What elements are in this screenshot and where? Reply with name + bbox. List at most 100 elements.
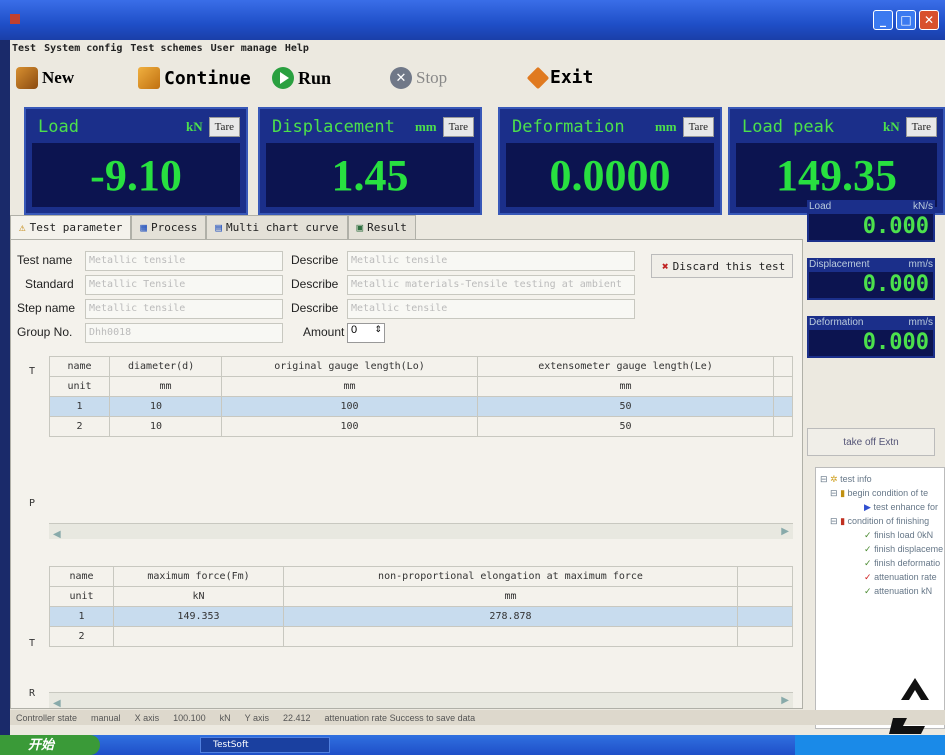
- step-name-field[interactable]: Metallic tensile: [85, 299, 283, 319]
- stop-icon: ✕: [390, 67, 412, 89]
- table-row[interactable]: 2 10 100 50: [49, 416, 793, 437]
- describe-field-2[interactable]: Metallic materials-Tensile testing at am…: [347, 275, 635, 295]
- standard-field[interactable]: Metallic Tensile: [85, 275, 283, 295]
- run-button[interactable]: Run: [272, 67, 331, 89]
- scroll-right-icon[interactable]: ▶: [777, 524, 793, 540]
- tree-enhance[interactable]: ▶ test enhance for: [864, 502, 938, 513]
- status-text: 22.412: [282, 712, 311, 723]
- taskbar-item[interactable]: TestSoft: [200, 737, 330, 753]
- cell: mm: [283, 586, 738, 607]
- menu-bar: Test System config Test schemes User man…: [10, 40, 945, 56]
- app-icon: [10, 14, 20, 24]
- tree-item[interactable]: ✓ finish deformatio: [864, 558, 940, 569]
- table2-scrollbar[interactable]: ◀ ▶: [49, 692, 793, 709]
- scroll-left-icon[interactable]: ◀: [49, 529, 65, 540]
- displacement-tare-button[interactable]: Tare: [442, 117, 474, 137]
- tree-finish[interactable]: ⊟ ▮ condition of finishing: [830, 516, 929, 527]
- spin-icon[interactable]: ⇕: [374, 324, 382, 335]
- tab-process[interactable]: ▦ Process: [131, 215, 207, 239]
- tab-result[interactable]: ▣ Result: [347, 215, 416, 239]
- tree-item[interactable]: ✓ attenuation kN: [864, 586, 932, 597]
- collapse-icon[interactable]: ⊟: [820, 474, 828, 484]
- deformation-rate-unit: mm/s: [908, 317, 933, 328]
- discard-test-button[interactable]: ✖ Discard this test: [651, 254, 793, 278]
- describe-label: Describe: [291, 277, 339, 291]
- table-row[interactable]: 1 10 100 50: [49, 396, 793, 417]
- start-button[interactable]: 开始: [0, 735, 100, 755]
- load-peak-value: 149.35: [736, 143, 937, 207]
- displacement-display: Displacement mm Tare 1.45: [258, 107, 482, 215]
- table1-scrollbar[interactable]: ◀ ▶: [49, 523, 793, 540]
- close-icon[interactable]: ✕: [919, 10, 939, 30]
- cell[interactable]: 100: [221, 396, 478, 417]
- menu-help[interactable]: Help: [285, 43, 309, 54]
- describe-field-1[interactable]: Metallic tensile: [347, 251, 635, 271]
- table-row[interactable]: 1 149.353 278.878: [49, 606, 793, 627]
- run-icon: [272, 67, 294, 89]
- displacement-rate-value: 0.000: [809, 272, 933, 298]
- load-display: Load kN Tare -9.10: [24, 107, 248, 215]
- tree-root[interactable]: ⊟ ✲ test info: [820, 474, 872, 485]
- stop-button[interactable]: ✕ Stop: [390, 67, 447, 89]
- amount-label: Amount: [303, 325, 345, 339]
- amount-stepper[interactable]: 0 ⇕: [347, 323, 385, 343]
- deformation-tare-button[interactable]: Tare: [682, 117, 714, 137]
- menu-user-manage[interactable]: User manage: [211, 43, 277, 54]
- collapse-icon[interactable]: ⊟: [830, 516, 838, 526]
- test-name-label: Test name: [17, 253, 73, 267]
- cell: mm: [221, 376, 478, 397]
- tree-item[interactable]: ✓ attenuation rate: [864, 572, 937, 583]
- cell: unit: [49, 586, 114, 607]
- cell[interactable]: 149.353: [113, 606, 284, 627]
- test-name-field[interactable]: Metallic tensile: [85, 251, 283, 271]
- status-text: attenuation rate Success to save data: [324, 712, 476, 723]
- load-peak-tare-button[interactable]: Tare: [905, 117, 937, 137]
- check-icon: ✓: [864, 572, 872, 582]
- scroll-right-icon[interactable]: ▶: [777, 693, 793, 709]
- group-no-label: Group No.: [17, 325, 73, 339]
- cell[interactable]: 10: [109, 396, 222, 417]
- minimize-icon[interactable]: _: [873, 10, 893, 30]
- maximize-icon[interactable]: □: [896, 10, 916, 30]
- cell[interactable]: 1: [49, 606, 114, 627]
- load-label: Load: [38, 117, 79, 137]
- tree-begin[interactable]: ⊟ ▮ begin condition of te: [830, 488, 928, 499]
- new-button[interactable]: New: [16, 67, 74, 89]
- menu-system-config[interactable]: System config: [44, 43, 122, 54]
- cell[interactable]: 2: [49, 626, 114, 647]
- load-tare-button[interactable]: Tare: [208, 117, 240, 137]
- cell[interactable]: 10: [109, 416, 222, 437]
- table-row[interactable]: 2: [49, 626, 793, 647]
- test-parameter-panel: Test name Metallic tensile Standard Meta…: [10, 239, 803, 709]
- take-off-extn-button[interactable]: take off Extn: [807, 428, 935, 456]
- cell[interactable]: 1: [49, 396, 110, 417]
- menu-test-schemes[interactable]: Test schemes: [130, 43, 202, 54]
- cell[interactable]: 2: [49, 416, 110, 437]
- table-header: name diameter(d) original gauge length(L…: [49, 356, 793, 377]
- table-row: unit kN mm: [49, 586, 793, 607]
- group-no-field[interactable]: Dhh0018: [85, 323, 283, 343]
- describe-field-3[interactable]: Metallic tensile: [347, 299, 635, 319]
- tab-test-parameter[interactable]: ⚠ Test parameter: [10, 215, 132, 239]
- scroll-left-icon[interactable]: ◀: [49, 698, 65, 709]
- continue-button[interactable]: Continue: [138, 67, 251, 89]
- tree-item[interactable]: ✓ finish displaceme: [864, 544, 943, 555]
- cell[interactable]: 278.878: [283, 606, 738, 627]
- cell[interactable]: 50: [477, 396, 774, 417]
- status-text: X axis: [134, 712, 160, 723]
- describe-label: Describe: [291, 253, 339, 267]
- cell[interactable]: 50: [477, 416, 774, 437]
- cell[interactable]: [283, 626, 738, 647]
- tab-multi-chart-curve[interactable]: ▤ Multi chart curve: [206, 215, 348, 239]
- load-unit: kN: [185, 119, 203, 134]
- result-table: name maximum force(Fm) non-proportional …: [49, 566, 793, 647]
- exit-button[interactable]: Exit: [526, 66, 593, 89]
- collapse-icon[interactable]: ⊟: [830, 488, 838, 498]
- taskbar: 开始 TestSoft: [0, 735, 945, 755]
- cell[interactable]: 100: [221, 416, 478, 437]
- tree-item[interactable]: ✓ finish load 0kN: [864, 530, 933, 541]
- load-value: -9.10: [32, 143, 240, 207]
- cell[interactable]: [113, 626, 284, 647]
- load-peak-label: Load peak: [742, 117, 835, 137]
- menu-test[interactable]: Test: [12, 43, 36, 54]
